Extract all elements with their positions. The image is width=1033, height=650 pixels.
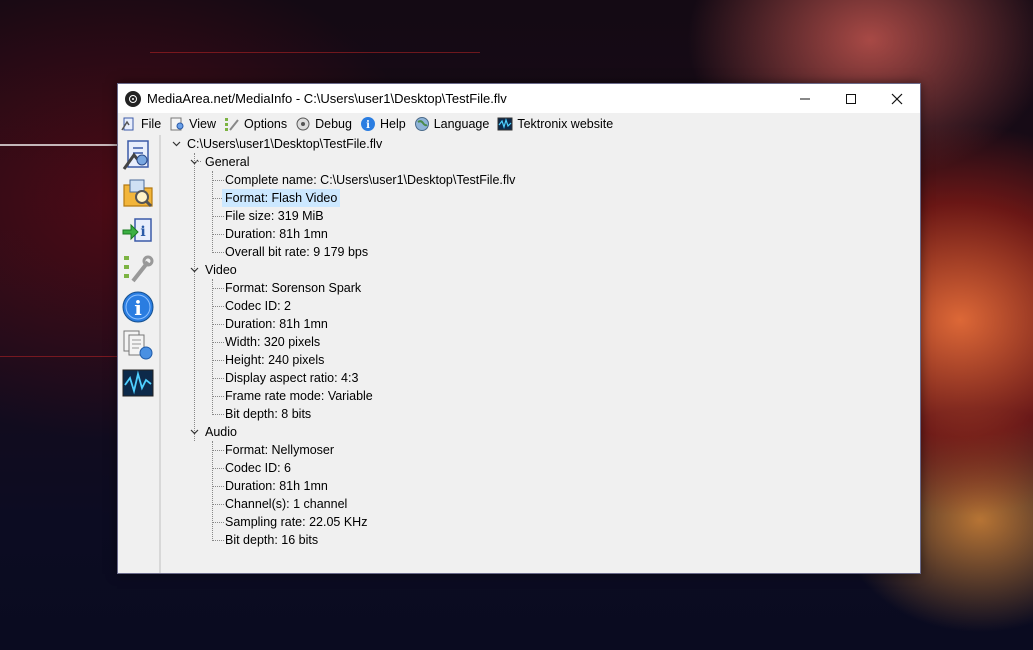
- sidebar-about-button[interactable]: i: [121, 290, 155, 324]
- chevron-down-icon[interactable]: [189, 423, 199, 441]
- menu-options[interactable]: Options: [221, 113, 292, 135]
- tree-root-label: C:\Users\user1\Desktop\TestFile.flv: [187, 137, 383, 151]
- about-icon: i: [122, 291, 154, 323]
- maximize-button[interactable]: [828, 84, 874, 113]
- background-line: [0, 144, 117, 146]
- tree-item[interactable]: Format: Nellymoser: [225, 441, 334, 459]
- menu-file-label: File: [141, 117, 162, 131]
- chevron-down-icon[interactable]: [171, 135, 181, 153]
- tree-section-label: Video: [205, 263, 237, 277]
- view-icon: [170, 117, 184, 131]
- open-folder-icon: [123, 179, 153, 208]
- chevron-down-icon[interactable]: [189, 153, 199, 171]
- file-icon: [121, 117, 134, 131]
- help-icon: i: [360, 117, 375, 131]
- menu-language-label: Language: [433, 117, 490, 131]
- sidebar-export-button[interactable]: i: [121, 214, 155, 248]
- tree-guide-line: [212, 441, 213, 541]
- menu-debug[interactable]: Debug: [292, 113, 357, 135]
- title-bar: MediaArea.net/MediaInfo - C:\Users\user1…: [118, 84, 920, 113]
- close-icon: [891, 93, 903, 104]
- tree-item[interactable]: Codec ID: 2: [225, 297, 291, 315]
- tree-item[interactable]: Width: 320 pixels: [225, 333, 320, 351]
- minimize-button[interactable]: [782, 84, 828, 113]
- tree-item[interactable]: Duration: 81h 1mn: [225, 315, 328, 333]
- tree-item[interactable]: Frame rate mode: Variable: [225, 387, 373, 405]
- maximize-icon: [846, 93, 856, 104]
- debug-icon: [296, 117, 310, 131]
- menu-tektronix-website[interactable]: Tektronix website: [494, 113, 618, 135]
- svg-text:i: i: [140, 224, 145, 240]
- tree-item[interactable]: Height: 240 pixels: [225, 351, 324, 369]
- tree-guide-line: [212, 279, 213, 415]
- sidebar-toolbar: i i: [118, 135, 161, 573]
- menu-language[interactable]: Language: [411, 113, 495, 135]
- menu-view[interactable]: View: [166, 113, 221, 135]
- tree-item[interactable]: Duration: 81h 1mn: [225, 225, 328, 243]
- tree-item[interactable]: Display aspect ratio: 4:3: [225, 369, 358, 387]
- tree-item[interactable]: Channel(s): 1 channel: [225, 495, 347, 513]
- tree-section-label: Audio: [205, 425, 237, 439]
- tektronix-icon: [497, 117, 513, 131]
- menu-options-label: Options: [244, 117, 288, 131]
- sidebar-tektronix-button[interactable]: [121, 366, 155, 400]
- tree-item[interactable]: Duration: 81h 1mn: [225, 477, 328, 495]
- close-button[interactable]: [874, 84, 920, 113]
- tree-guide-line: [212, 171, 213, 253]
- menu-debug-label: Debug: [315, 117, 352, 131]
- window-title: MediaArea.net/MediaInfo - C:\Users\user1…: [147, 91, 507, 106]
- tektronix-wave-icon: [122, 369, 154, 397]
- tree-item[interactable]: Overall bit rate: 9 179 bps: [225, 243, 368, 261]
- background-line: [0, 356, 117, 357]
- tree-item[interactable]: File size: 319 MiB: [225, 207, 324, 225]
- export-icon: i: [122, 218, 152, 242]
- window-controls: [782, 84, 920, 113]
- chevron-down-icon[interactable]: [189, 261, 199, 279]
- open-file-icon: [122, 140, 149, 170]
- menu-help[interactable]: i Help: [357, 113, 411, 135]
- menu-file[interactable]: File: [118, 113, 166, 135]
- mediainfo-window: MediaArea.net/MediaInfo - C:\Users\user1…: [117, 83, 921, 574]
- knowledge-icon: [123, 330, 153, 360]
- svg-text:i: i: [134, 296, 142, 320]
- mediainfo-app-icon: [125, 90, 141, 107]
- tree-item[interactable]: Format: Sorenson Spark: [225, 279, 361, 297]
- tree-item-selected[interactable]: Format: Flash Video: [222, 189, 341, 207]
- sidebar-preferences-button[interactable]: [121, 252, 155, 286]
- sidebar-open-file-button[interactable]: [121, 138, 155, 172]
- sidebar-knowledge-button[interactable]: [121, 328, 155, 362]
- tree-item[interactable]: Codec ID: 6: [225, 459, 291, 477]
- sidebar-open-folder-button[interactable]: [121, 176, 155, 210]
- preferences-icon: [124, 255, 154, 283]
- tree-item[interactable]: Bit depth: 8 bits: [225, 405, 311, 423]
- menu-help-label: Help: [379, 117, 406, 131]
- tree-item[interactable]: Bit depth: 16 bits: [225, 531, 318, 549]
- tree-item[interactable]: Sampling rate: 22.05 KHz: [225, 513, 367, 531]
- options-icon: [225, 118, 239, 131]
- tree-section-label: General: [205, 155, 250, 169]
- info-tree: C:\Users\user1\Desktop\TestFile.flv Gene…: [161, 135, 920, 573]
- tree-item[interactable]: Complete name: C:\Users\user1\Desktop\Te…: [225, 171, 515, 189]
- menu-bar: File View Options Debug i Help Language …: [118, 113, 920, 135]
- svg-text:i: i: [366, 120, 370, 131]
- minimize-icon: [800, 98, 810, 99]
- tree-guide-line: [194, 153, 195, 441]
- language-icon: [414, 117, 429, 131]
- background-line: [150, 52, 480, 53]
- menu-tektronix-label: Tektronix website: [517, 117, 614, 131]
- menu-view-label: View: [189, 117, 217, 131]
